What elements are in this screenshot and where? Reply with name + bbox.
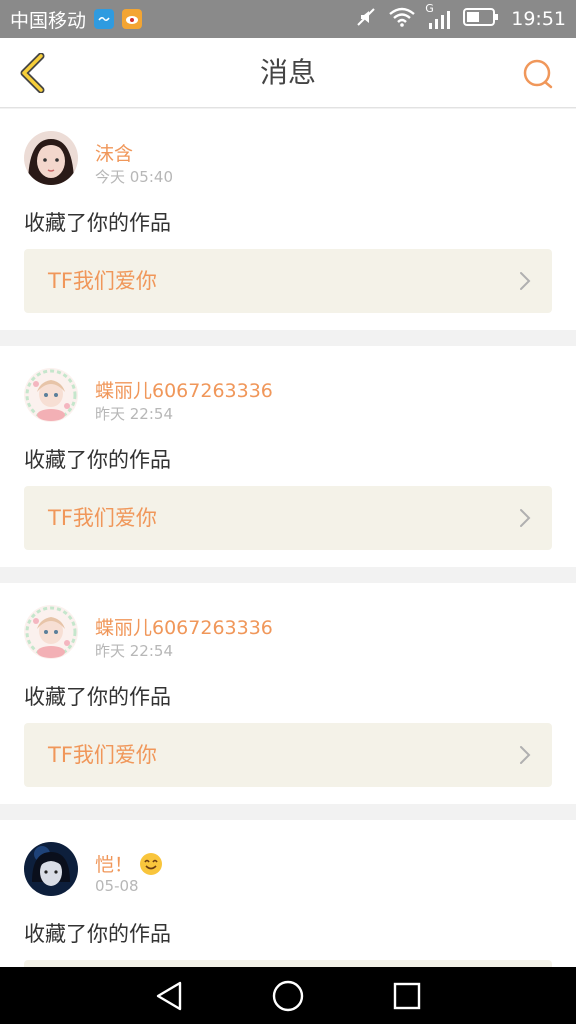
nav-recents-button[interactable] — [387, 976, 427, 1016]
username-text[interactable]: 恺！ — [95, 850, 133, 877]
status-bar: 中国移动 G 19:51 — [0, 0, 576, 38]
avatar[interactable] — [24, 842, 78, 896]
work-link[interactable]: TF我们爱你 — [24, 723, 552, 787]
mute-icon — [355, 6, 377, 33]
work-title: TF我们爱你 — [48, 506, 157, 530]
back-triangle-icon — [157, 981, 182, 1010]
chevron-right-icon — [520, 746, 531, 764]
work-title: TF我们爱你 — [48, 743, 157, 767]
search-button[interactable] — [516, 52, 560, 96]
weibo-icon — [122, 9, 143, 29]
wifi-icon — [389, 7, 416, 32]
work-title: TF我们爱你 — [48, 269, 157, 293]
page-title: 消息 — [259, 56, 316, 89]
clock: 19:51 — [511, 8, 566, 30]
work-link[interactable]: TF我们爱你 — [24, 249, 552, 313]
username-text[interactable]: 蝶丽儿6067263336 — [95, 376, 273, 403]
action-text: 收藏了你的作品 — [24, 211, 171, 235]
chevron-right-icon — [520, 509, 531, 527]
signal-type-label: G — [425, 2, 434, 15]
username[interactable]: 恺！ — [95, 850, 163, 877]
smile-emoji-icon — [140, 852, 163, 875]
nav-home-button[interactable] — [268, 976, 308, 1016]
username[interactable]: 蝶丽儿6067263336 — [95, 613, 273, 640]
username[interactable]: 蝶丽儿6067263336 — [95, 376, 273, 403]
message-card: 恺！ 05-08 收藏了你的作品 — [0, 820, 576, 967]
message-card: 沫含 今天 05:40 收藏了你的作品 TF我们爱你 — [0, 109, 576, 330]
timestamp: 05-08 — [95, 877, 139, 895]
app-header: 消息 — [0, 38, 576, 108]
message-list[interactable]: 沫含 今天 05:40 收藏了你的作品 TF我们爱你 蝶丽儿6067263336… — [0, 109, 576, 967]
work-link[interactable]: TF我们爱你 — [24, 486, 552, 550]
app-icon — [94, 9, 115, 29]
nav-back-button[interactable] — [149, 976, 189, 1016]
action-text: 收藏了你的作品 — [24, 922, 171, 946]
action-text: 收藏了你的作品 — [24, 448, 171, 472]
message-card: 蝶丽儿6067263336 昨天 22:54 收藏了你的作品 TF我们爱你 — [0, 346, 576, 567]
avatar[interactable] — [24, 605, 78, 659]
timestamp: 今天 05:40 — [95, 168, 173, 186]
home-circle-icon — [272, 980, 304, 1011]
username[interactable]: 沫含 — [95, 139, 133, 166]
message-card: 蝶丽儿6067263336 昨天 22:54 收藏了你的作品 TF我们爱你 — [0, 583, 576, 804]
recents-square-icon — [393, 982, 420, 1009]
system-nav-bar — [0, 967, 576, 1024]
action-text: 收藏了你的作品 — [24, 685, 171, 709]
avatar[interactable] — [24, 131, 78, 185]
timestamp: 昨天 22:54 — [95, 405, 173, 423]
search-icon — [523, 59, 553, 89]
signal-icon: G — [425, 2, 451, 30]
username-text[interactable]: 蝶丽儿6067263336 — [95, 613, 273, 640]
battery-icon — [463, 7, 499, 31]
username-text[interactable]: 沫含 — [95, 139, 133, 166]
avatar[interactable] — [24, 368, 78, 422]
carrier-name: 中国移动 — [10, 9, 87, 32]
timestamp: 昨天 22:54 — [95, 642, 173, 660]
work-link[interactable] — [24, 960, 552, 967]
chevron-right-icon — [520, 272, 531, 290]
